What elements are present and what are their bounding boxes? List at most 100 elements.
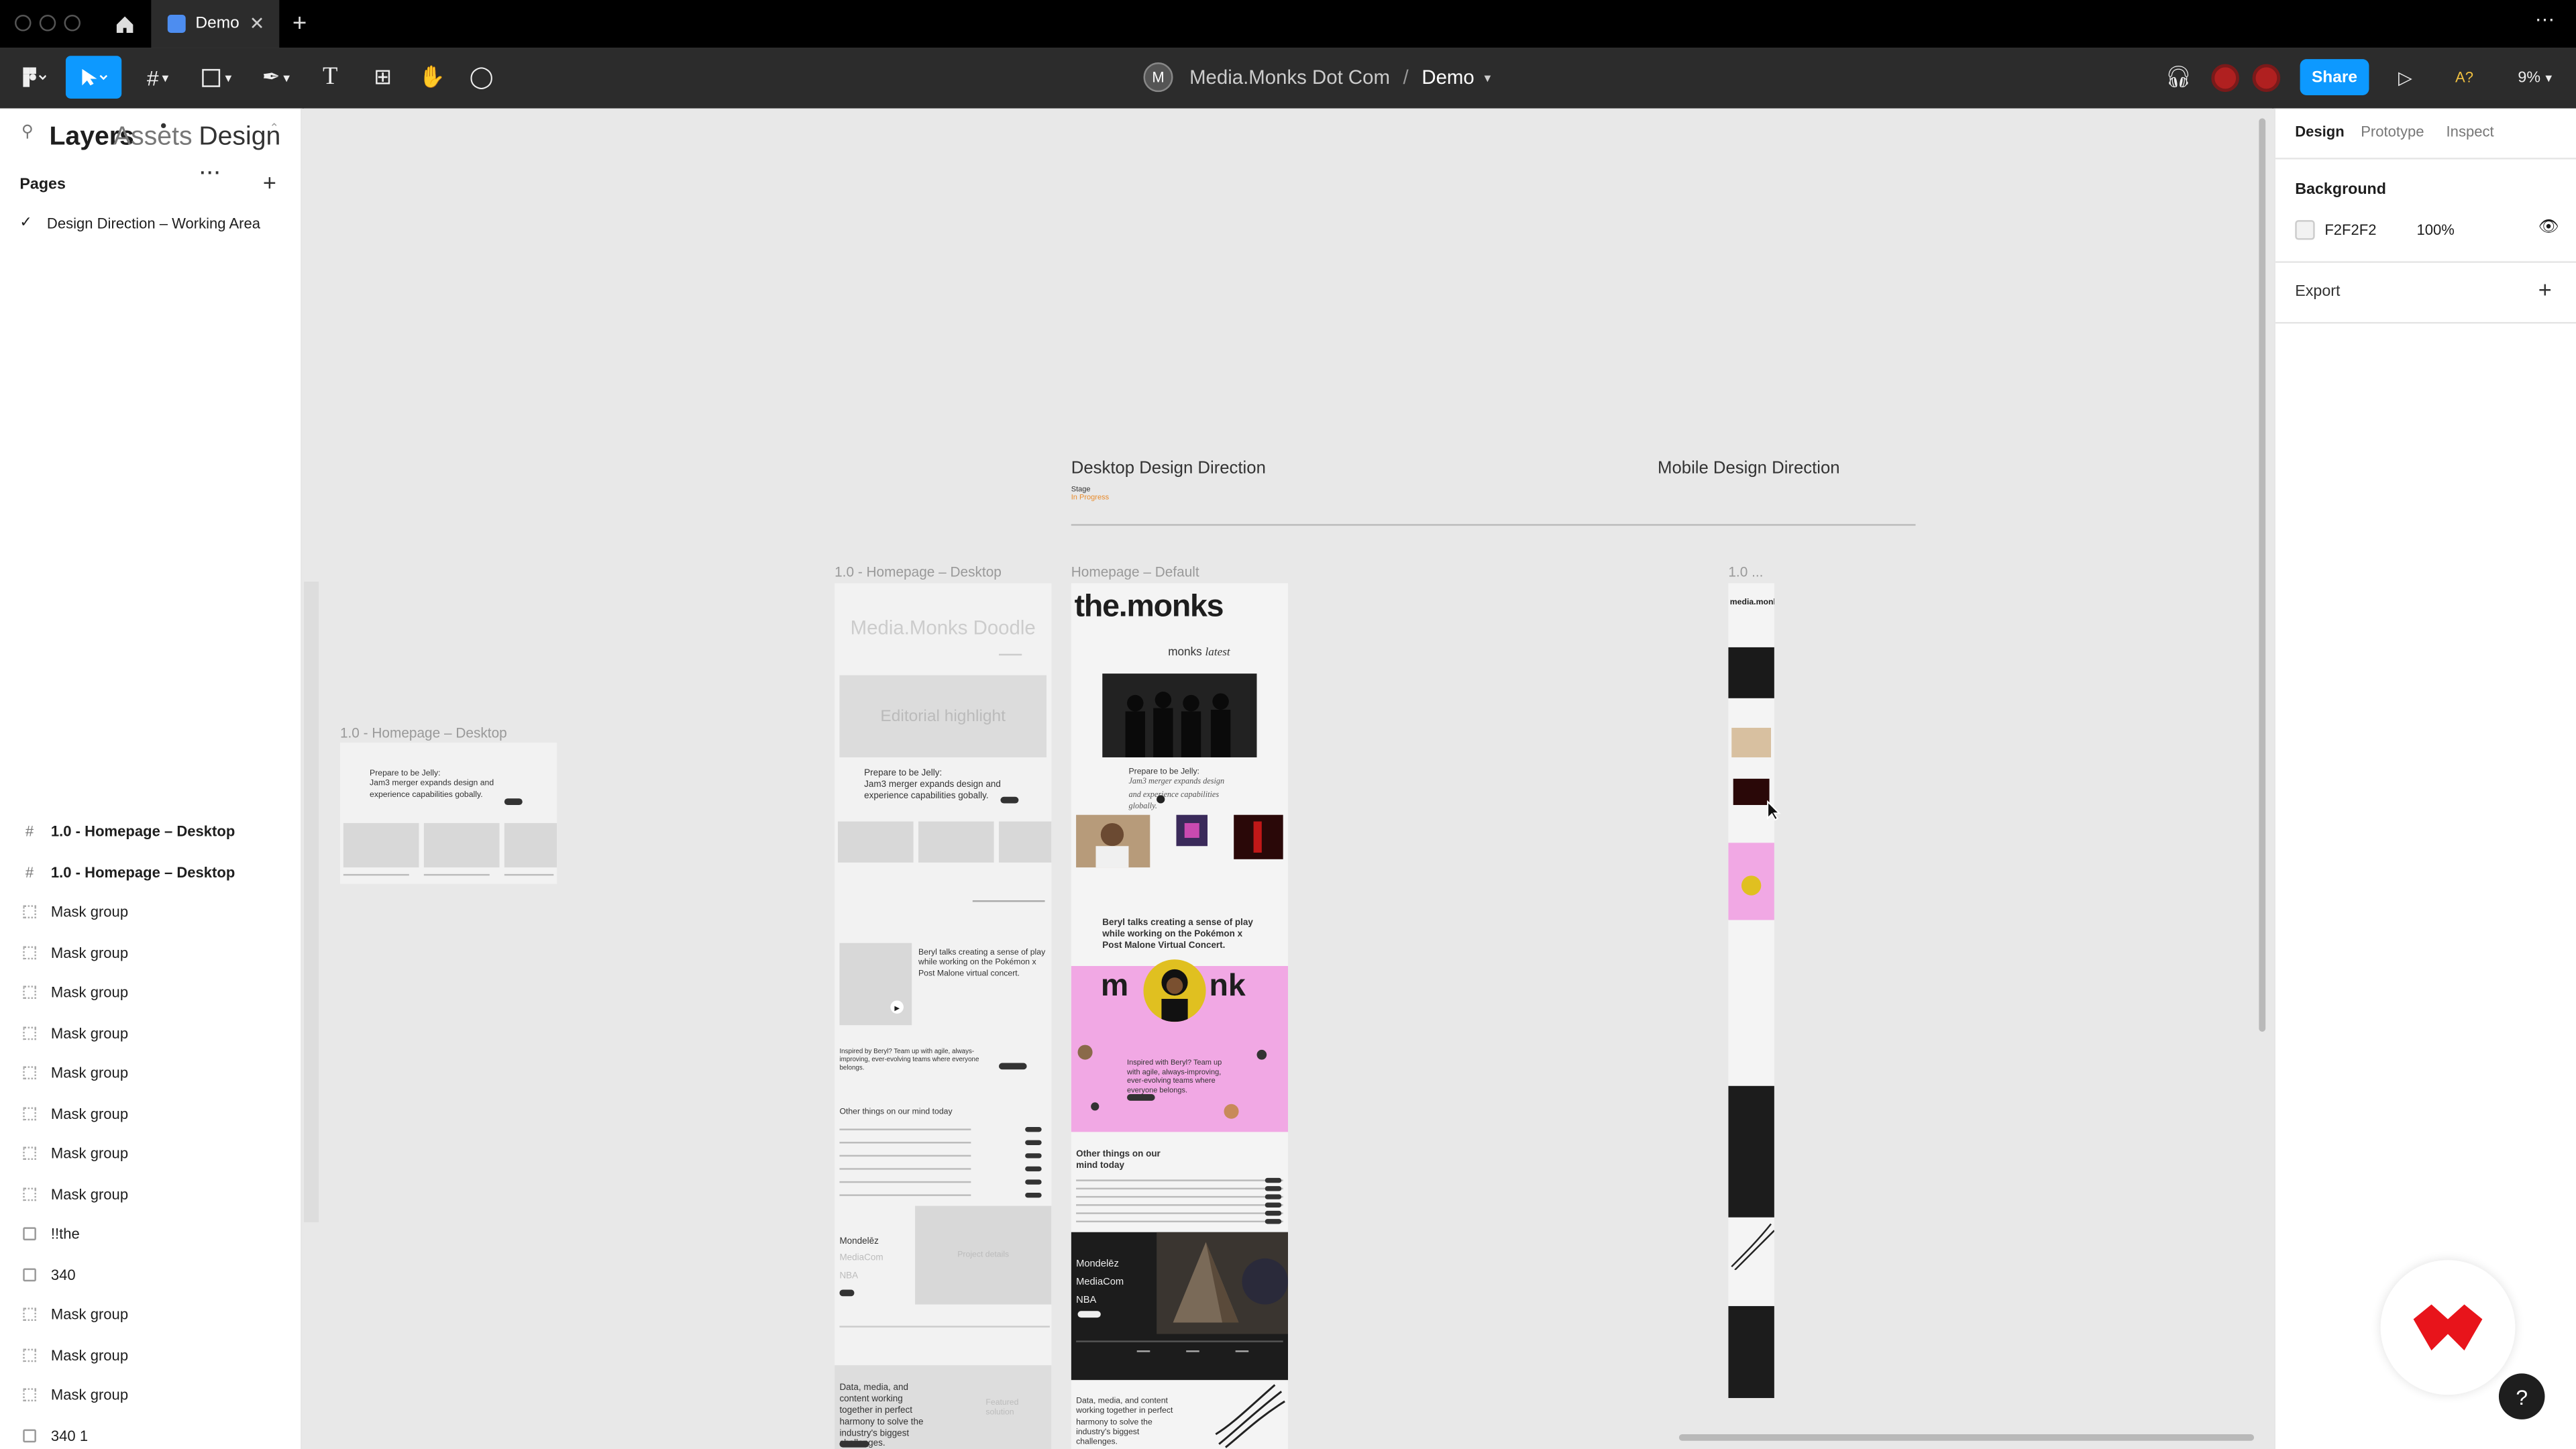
user-avatar[interactable] bbox=[2252, 64, 2281, 93]
layer-name: 340 bbox=[50, 1265, 76, 1283]
cta-pill bbox=[998, 1063, 1027, 1070]
layer-row[interactable]: Mask group bbox=[0, 973, 303, 1012]
mask-group-icon bbox=[23, 1307, 36, 1321]
cta-pill bbox=[1077, 1311, 1101, 1318]
search-icon[interactable]: ⚲ bbox=[21, 123, 34, 142]
toolbar: # ▾ ▾ ✒ ▾ T ⊞ ✋ ◯ M Media.Monks Dot Com / … bbox=[0, 48, 2576, 109]
list-row-pill bbox=[1025, 1192, 1042, 1198]
layer-row[interactable]: Mask group bbox=[0, 892, 303, 932]
page-item[interactable]: ✓ Design Direction – Working Area bbox=[19, 213, 260, 231]
tab-prototype[interactable]: Prototype bbox=[2361, 123, 2424, 140]
cta-pill bbox=[839, 1440, 869, 1448]
home-button[interactable] bbox=[102, 0, 148, 48]
band-photo-svg bbox=[1125, 692, 1231, 757]
panel-divider bbox=[2275, 158, 2576, 160]
zoom-menu[interactable]: 9% ▾ bbox=[2510, 56, 2559, 99]
pen-tool-button[interactable]: ✒ ▾ bbox=[253, 56, 299, 99]
frame-homepage-desktop-small[interactable]: Prepare to be Jelly: Jam3 merger expands … bbox=[339, 742, 557, 884]
window-zoom-dot[interactable] bbox=[64, 15, 81, 32]
eye-icon[interactable]: 👁︎ bbox=[2538, 219, 2559, 237]
layer-row[interactable]: Mask group bbox=[0, 1053, 303, 1093]
page-switcher[interactable]: Design ... bbox=[199, 123, 301, 182]
background-swatch[interactable] bbox=[2295, 220, 2315, 240]
layer-row[interactable]: Mask group bbox=[0, 1335, 303, 1375]
headline-prepare: Prepare to be Jelly: Jam3 merger expands … bbox=[370, 769, 494, 800]
layer-row[interactable]: Mask group bbox=[0, 1134, 303, 1173]
desktop-heading[interactable]: Desktop Design Direction bbox=[1071, 458, 1266, 478]
tab-inspect[interactable]: Inspect bbox=[2447, 123, 2494, 140]
audio-button[interactable]: 🎧︎ bbox=[2162, 56, 2195, 99]
layer-row[interactable]: #1.0 - Homepage – Desktop bbox=[0, 812, 303, 851]
brand-widget[interactable] bbox=[2380, 1260, 2516, 1395]
frame-homepage-desktop-wire[interactable]: Media.Monks Doodle Editorial highlight P… bbox=[835, 583, 1052, 1449]
offscreen-frame[interactable] bbox=[304, 581, 319, 1223]
frame-label[interactable]: Homepage – Default bbox=[1071, 564, 1199, 580]
frame-label[interactable]: 1.0 ... bbox=[1728, 564, 1763, 580]
list-row-pill bbox=[1265, 1186, 1282, 1191]
frame-label[interactable]: 1.0 - Homepage – Desktop bbox=[835, 564, 1002, 580]
cta-pill bbox=[839, 1289, 855, 1297]
frame-tool-button[interactable]: # ▾ bbox=[135, 56, 181, 99]
background-hex[interactable]: F2F2F2 bbox=[2324, 222, 2376, 238]
layer-name: Mask group bbox=[50, 1346, 129, 1363]
new-tab-icon[interactable]: + bbox=[292, 10, 307, 38]
layer-row[interactable]: !!the bbox=[0, 1214, 303, 1254]
layer-row[interactable]: Mask group bbox=[0, 1174, 303, 1214]
avatar bbox=[1091, 1102, 1099, 1111]
comment-tool-button[interactable]: ◯ bbox=[464, 56, 500, 99]
team-avatar[interactable]: M bbox=[1143, 62, 1173, 93]
frame-mobile[interactable]: media.monks bbox=[1728, 583, 1774, 1399]
shape-tool-button[interactable]: ▾ bbox=[194, 56, 240, 99]
layer-row[interactable]: #1.0 - Homepage – Desktop bbox=[0, 852, 303, 892]
layer-row[interactable]: Mask group bbox=[0, 1013, 303, 1053]
tab-assets[interactable]: Assets bbox=[113, 123, 193, 153]
layer-row[interactable]: 340 bbox=[0, 1254, 303, 1294]
assets-update-dot bbox=[161, 123, 166, 129]
canvas[interactable]: Desktop Design Direction Stage In Progre… bbox=[304, 108, 2272, 1449]
background-opacity[interactable]: 100% bbox=[2416, 222, 2454, 238]
hand-tool-button[interactable]: ✋ bbox=[414, 56, 450, 99]
close-tab-icon[interactable]: ✕ bbox=[250, 13, 265, 34]
layer-row[interactable]: Mask group bbox=[0, 1375, 303, 1415]
layer-row[interactable]: 340 1 bbox=[0, 1415, 303, 1449]
move-tool-button[interactable] bbox=[65, 56, 122, 99]
vertical-scrollbar[interactable] bbox=[2259, 118, 2266, 1032]
list-row-line bbox=[1076, 1195, 1283, 1198]
cursor-icon bbox=[82, 68, 108, 86]
mobile-heading[interactable]: Mobile Design Direction bbox=[1658, 458, 1840, 478]
share-button[interactable]: Share bbox=[2300, 59, 2369, 96]
stage-value: In Progress bbox=[1071, 492, 1110, 501]
mask-group-icon bbox=[23, 1388, 36, 1401]
inspired-text: Inspired with Beryl? Team up with agile,… bbox=[1127, 1058, 1222, 1094]
horizontal-scrollbar[interactable] bbox=[1678, 1434, 2255, 1441]
frame-homepage-default[interactable]: the.monks monks latest Prepare to be Jel… bbox=[1071, 583, 1289, 1449]
help-button[interactable]: ? bbox=[2498, 1373, 2545, 1419]
add-export-icon[interactable]: + bbox=[2538, 276, 2552, 302]
chevron-up-icon[interactable]: ⌃ bbox=[270, 121, 279, 135]
team-name[interactable]: Media.Monks Dot Com bbox=[1189, 66, 1390, 89]
resources-button[interactable]: ⊞ bbox=[365, 56, 401, 99]
text-tool-button[interactable]: T bbox=[312, 56, 348, 99]
missing-fonts-button[interactable]: A? bbox=[2448, 56, 2481, 99]
file-name[interactable]: Demo bbox=[1421, 66, 1474, 89]
mobile-band-photo bbox=[1728, 647, 1774, 698]
frame-label[interactable]: 1.0 - Homepage – Desktop bbox=[340, 724, 507, 741]
list-row-line bbox=[839, 1128, 971, 1130]
window-close-dot[interactable] bbox=[15, 15, 32, 32]
add-page-icon[interactable]: + bbox=[263, 169, 276, 195]
layer-row[interactable]: Mask group bbox=[0, 1295, 303, 1334]
main-menu-button[interactable] bbox=[13, 56, 56, 99]
inspired-text: Inspired by Beryl? Team up with agile, a… bbox=[839, 1046, 979, 1071]
present-button[interactable]: ▷ bbox=[2392, 56, 2418, 99]
window-minimize-dot[interactable] bbox=[39, 15, 56, 32]
file-tab[interactable]: Demo ✕ bbox=[151, 0, 280, 48]
layer-row[interactable]: Mask group bbox=[0, 932, 303, 972]
more-icon[interactable]: ⋯ bbox=[2535, 8, 2557, 31]
caption-line bbox=[343, 873, 409, 876]
tab-design[interactable]: Design bbox=[2295, 123, 2345, 140]
chevron-down-icon[interactable]: ▾ bbox=[1484, 70, 1491, 85]
image-icon bbox=[23, 1428, 36, 1442]
layer-name: Mask group bbox=[50, 1024, 129, 1041]
layer-row[interactable]: Mask group bbox=[0, 1093, 303, 1133]
user-avatar[interactable] bbox=[2211, 64, 2239, 93]
